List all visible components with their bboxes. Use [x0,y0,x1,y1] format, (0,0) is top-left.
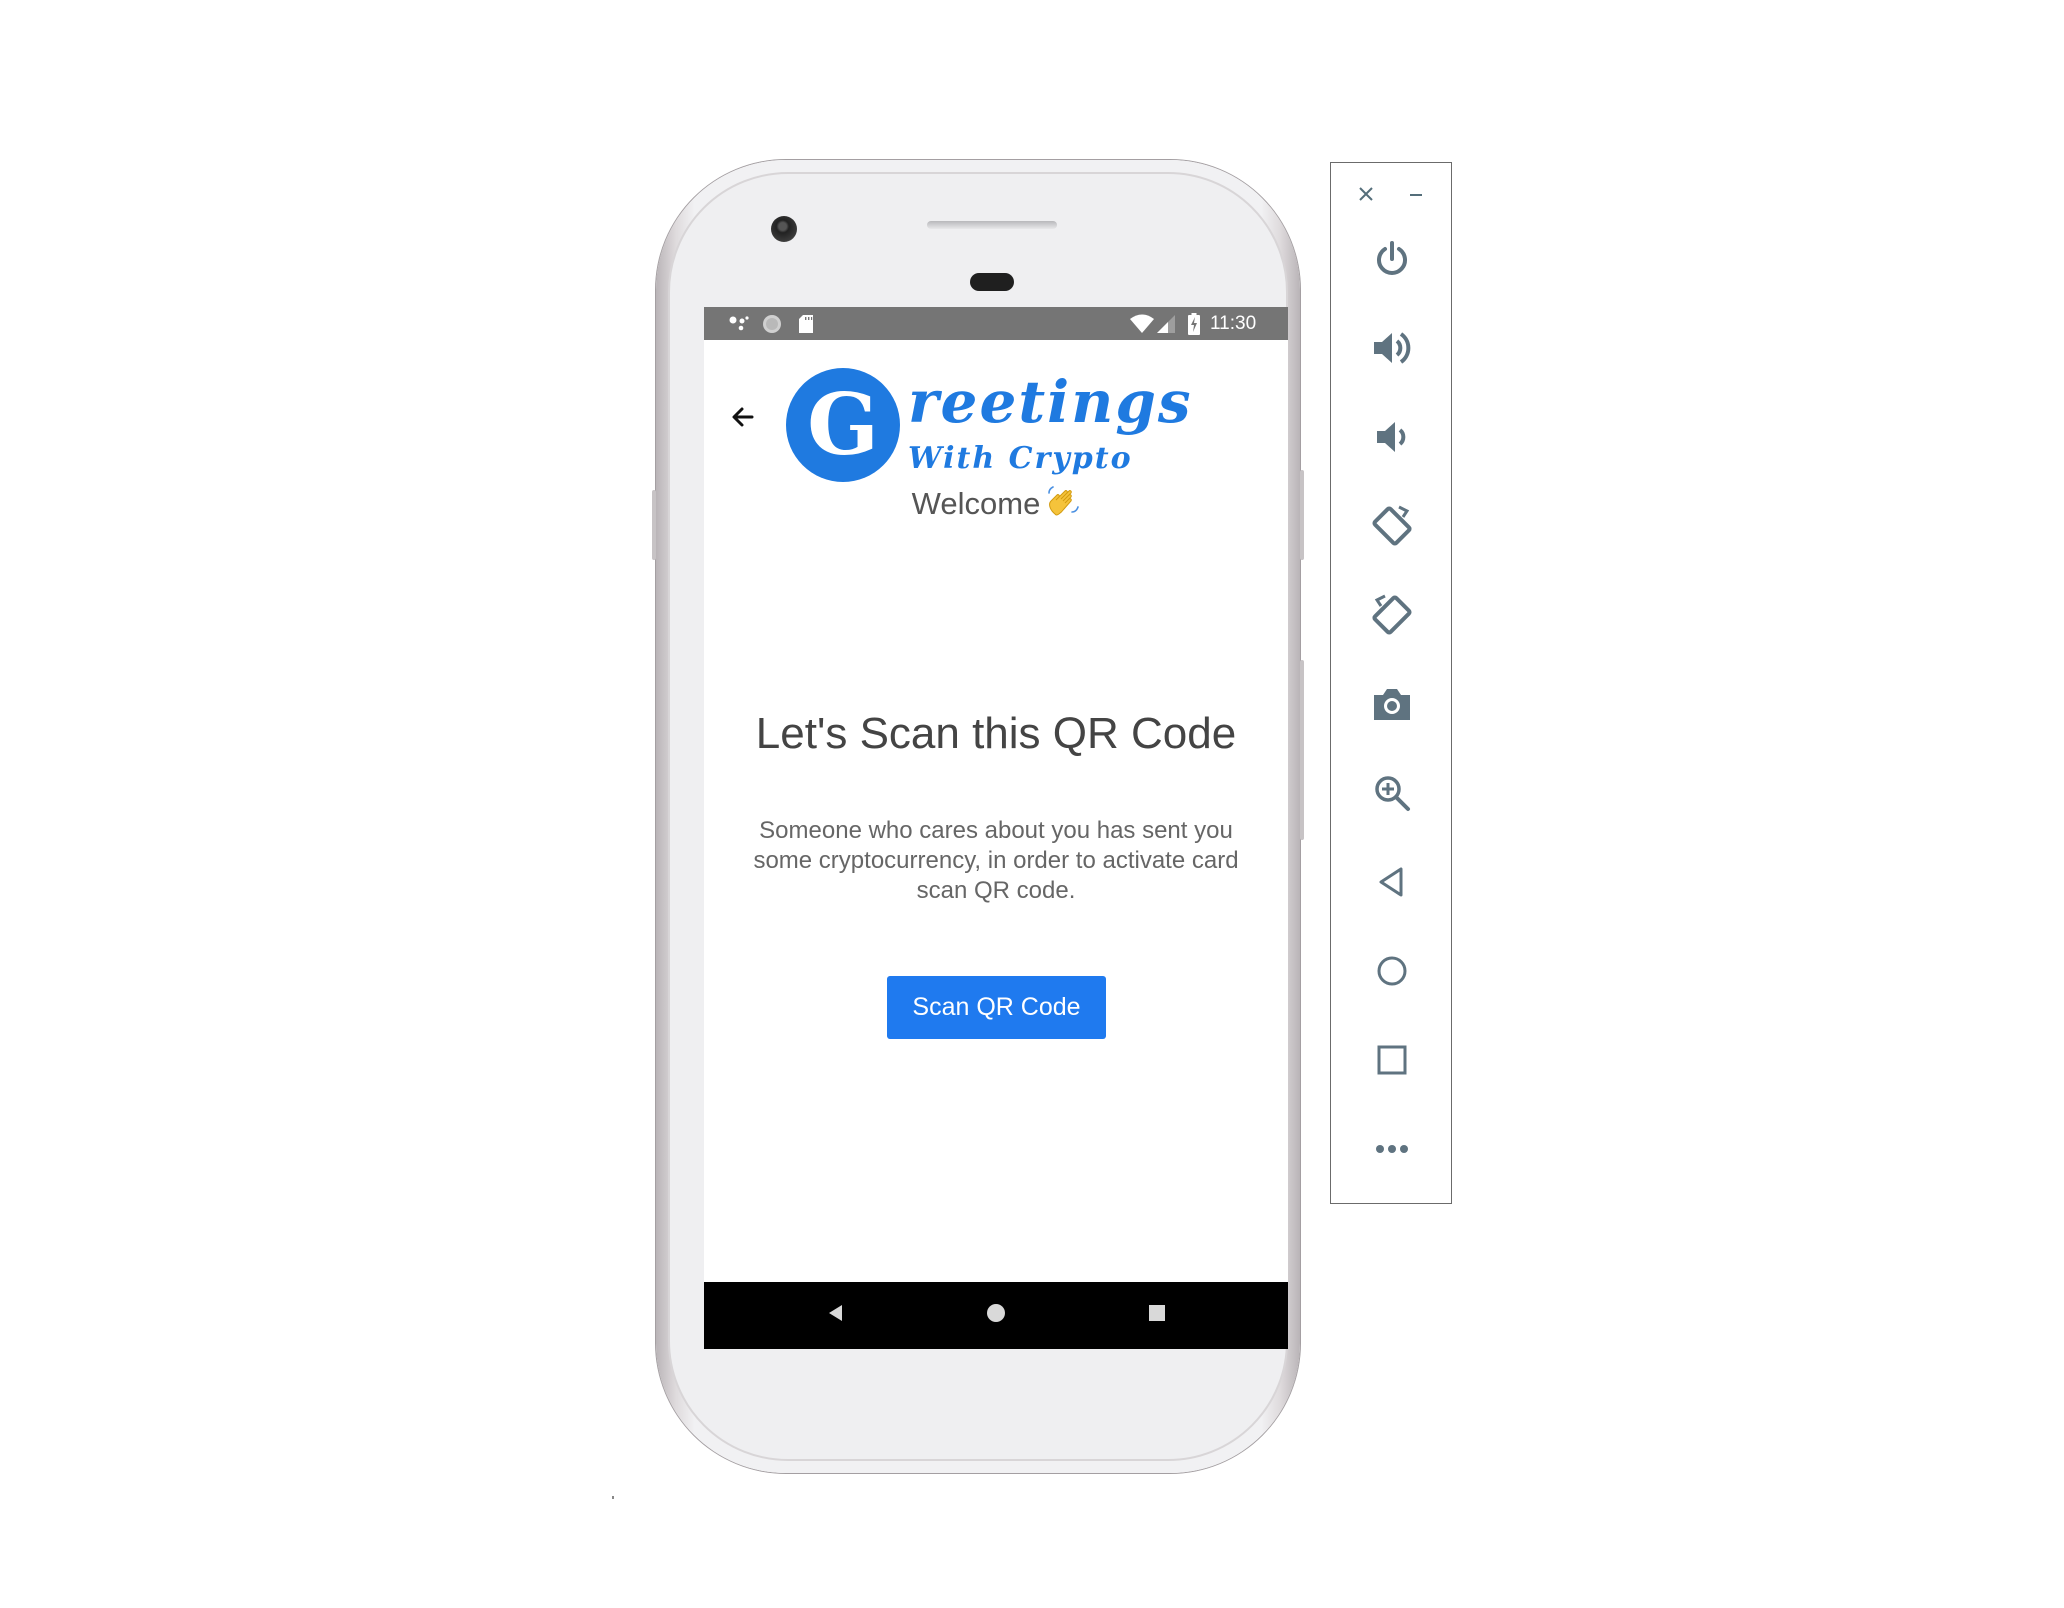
minimize-icon[interactable] [1401,179,1431,209]
status-time: 11:30 [1210,313,1257,334]
phone-power-key [1300,470,1304,560]
app-logo: G reetings With Crypto [786,368,1206,493]
phone-volume-keys [1300,660,1304,840]
nav-back-button[interactable] [801,1282,871,1349]
wifi-icon [1130,307,1154,340]
phone-screen: 11:30 G reetings With Crypto Welcome Let… [704,307,1288,1349]
circle-icon [762,307,782,340]
nav-back-icon [826,1303,846,1328]
power-icon[interactable] [1362,229,1422,289]
proximity-sensor [970,273,1014,291]
sd-card-icon [798,307,814,340]
rotate-right-icon[interactable] [1362,585,1422,645]
more-icon[interactable] [1362,1119,1422,1179]
emulator-toolbar [1330,162,1452,1204]
emulated-phone: 11:30 G reetings With Crypto Welcome Let… [652,160,1304,1473]
nav-home-button[interactable] [961,1282,1031,1349]
assistant-icon [728,307,750,340]
phone-bezel: 11:30 G reetings With Crypto Welcome Let… [668,172,1288,1461]
nav-home-icon [985,1302,1007,1329]
phone-side-button [652,490,656,560]
back-arrow-icon[interactable] [726,400,760,434]
close-icon[interactable] [1351,179,1381,209]
overview-icon[interactable] [1362,1030,1422,1090]
welcome-text: Welcome [911,486,1041,521]
logo-top-text: reetings [908,368,1193,436]
page-description: Someone who cares about you has sent you… [753,817,1239,904]
stray-mark [612,1496,614,1499]
waving-hand-icon [1046,484,1080,526]
page-title: Let's Scan this QR Code [755,709,1237,758]
camera-icon[interactable] [1362,674,1422,734]
scan-qr-code-button[interactable]: Scan QR Code [887,976,1106,1039]
zoom-icon[interactable] [1362,763,1422,823]
nav-recents-button[interactable] [1122,1282,1192,1349]
signal-icon [1156,307,1176,340]
back-icon[interactable] [1362,852,1422,912]
volume-down-icon[interactable] [1362,407,1422,467]
status-bar: 11:30 [704,307,1288,340]
earpiece-speaker [927,221,1057,229]
welcome-text-row: Welcome [704,484,1288,526]
rotate-left-icon[interactable] [1362,496,1422,556]
nav-recents-icon [1148,1304,1166,1327]
battery-charging-icon [1188,307,1200,340]
navigation-bar [704,1282,1288,1349]
front-camera [771,216,797,242]
home-icon[interactable] [1362,941,1422,1001]
logo-initial: G [786,368,900,482]
volume-up-icon[interactable] [1362,318,1422,378]
logo-bottom-text: With Crypto [908,441,1133,476]
